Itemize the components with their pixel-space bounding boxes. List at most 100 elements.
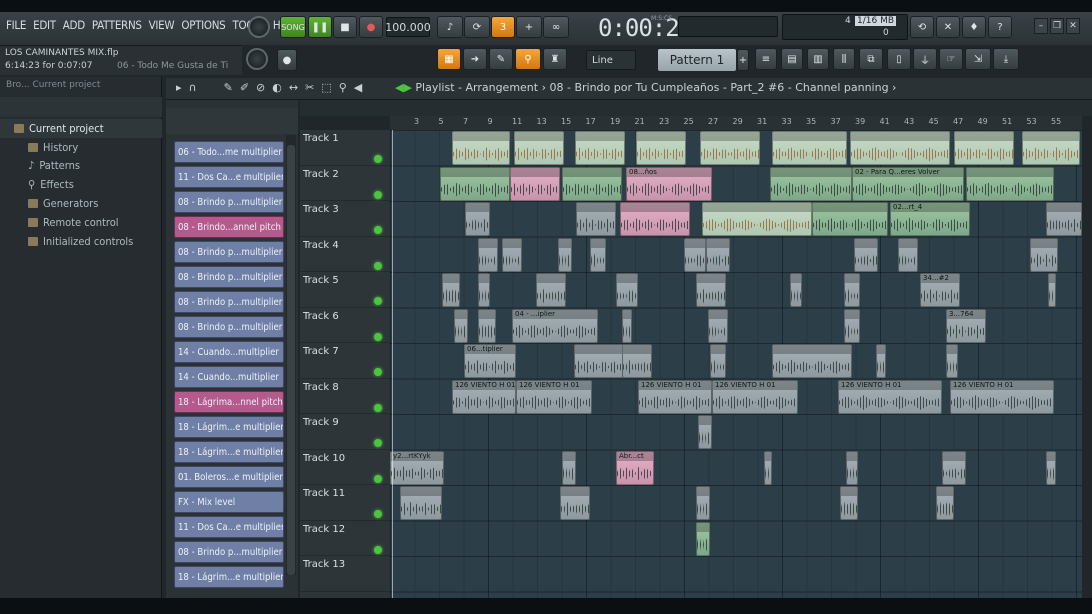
audio-clip[interactable] — [954, 131, 1014, 165]
audio-clip[interactable] — [844, 273, 860, 307]
track-active-led[interactable] — [374, 368, 382, 376]
audio-clip[interactable] — [478, 273, 490, 307]
menu-edit[interactable]: EDIT — [33, 18, 56, 32]
audio-clip[interactable] — [1022, 131, 1080, 165]
track-active-led[interactable] — [374, 297, 382, 305]
audio-clip[interactable] — [454, 308, 468, 343]
audio-clip[interactable] — [440, 166, 510, 201]
channel-item[interactable]: 06 - Todo...me multiplier — [174, 141, 284, 163]
select-icon[interactable]: ⬚ — [321, 81, 331, 94]
audio-clip[interactable] — [1048, 273, 1056, 307]
audio-clip[interactable]: 02...rt_4 — [890, 202, 970, 236]
track-header[interactable]: Track 1 — [300, 130, 390, 166]
zoom-icon[interactable]: ⚲ — [339, 81, 347, 94]
track-header[interactable]: Track 7 — [300, 343, 390, 379]
browser-path[interactable]: Bro... Current project — [0, 77, 162, 97]
track-header[interactable]: Track 3 — [300, 201, 390, 237]
playlist-snap-button[interactable]: ▦ — [437, 48, 461, 70]
track-active-led[interactable] — [374, 545, 382, 554]
audio-clip[interactable] — [1030, 237, 1058, 272]
audio-clip[interactable]: y2...rtKYyk — [390, 450, 444, 485]
audio-clip[interactable] — [684, 237, 706, 272]
track-active-led[interactable] — [374, 332, 382, 341]
audio-clip[interactable] — [936, 486, 954, 520]
track-active-led[interactable] — [374, 439, 382, 447]
online-button[interactable]: ⟲ — [910, 16, 934, 38]
tempo-display[interactable]: 100.000 — [385, 17, 431, 37]
audio-clip[interactable] — [844, 308, 860, 343]
audio-clip[interactable] — [812, 202, 888, 236]
track-header[interactable]: Track 13 — [300, 556, 390, 592]
project-button[interactable]: ▯ — [887, 48, 911, 70]
slice-icon[interactable]: ✂ — [305, 81, 314, 94]
audio-clip[interactable] — [622, 344, 652, 378]
audio-clip[interactable] — [946, 344, 958, 378]
channel-item[interactable]: 08 - Brindo...annel pitch — [174, 216, 284, 238]
audio-clip[interactable] — [1046, 202, 1082, 236]
speaker-icon[interactable]: ◀ — [354, 81, 362, 94]
track-active-led[interactable] — [374, 403, 382, 412]
audio-clip[interactable] — [514, 131, 564, 165]
audio-clip[interactable] — [560, 486, 590, 520]
audio-clip[interactable] — [876, 344, 886, 378]
audio-clip[interactable]: 126 VIENTO H 01 — [838, 379, 942, 414]
piano-roll-button[interactable]: ▤ — [781, 48, 803, 70]
channel-item[interactable]: 18 - Lágrima...nnel pitch — [174, 391, 284, 413]
maximize-icon[interactable]: ❐ — [1050, 18, 1064, 34]
track-header[interactable]: Track 10 — [300, 450, 390, 485]
channel-item[interactable]: FX - Mix level — [174, 491, 284, 513]
menu-patterns[interactable]: PATTERNS — [92, 18, 142, 32]
channel-item[interactable]: 14 - Cuando...multiplier — [174, 341, 284, 363]
touch-button[interactable]: ☞ — [939, 48, 963, 70]
audio-clip[interactable] — [636, 131, 686, 165]
channel-item[interactable]: 08 - Brindo p...multiplier — [174, 291, 284, 313]
audio-clip[interactable] — [510, 166, 560, 201]
menu-options[interactable]: OPTIONS — [181, 18, 225, 32]
playhead[interactable] — [392, 130, 393, 598]
loop-record-button[interactable]: ∞ — [543, 16, 569, 38]
channel-item[interactable]: 18 - Lágrim...e multiplier — [174, 441, 284, 463]
audio-clip[interactable] — [770, 166, 852, 201]
play-button[interactable]: ❚❚ — [308, 16, 332, 38]
render-button[interactable]: ⇲ — [965, 48, 991, 70]
audio-clip[interactable] — [898, 237, 918, 272]
audio-clip[interactable] — [942, 450, 966, 485]
channel-item[interactable]: 11 - Dos Ca...e multiplier — [174, 516, 284, 538]
audio-clip[interactable] — [698, 415, 712, 449]
audio-clip[interactable] — [1046, 450, 1056, 485]
track-header[interactable]: Track 12 — [300, 521, 390, 556]
metronome-button[interactable]: ♪ — [437, 16, 463, 38]
add-pattern-button[interactable]: + — [737, 49, 749, 71]
track-active-led[interactable] — [374, 226, 382, 234]
step-edit-button[interactable]: + — [516, 16, 542, 38]
channel-rack-button[interactable]: ▥ — [807, 48, 829, 70]
delete-icon[interactable]: ⊘ — [256, 81, 265, 94]
audio-clip[interactable] — [590, 237, 606, 272]
master-volume-knob[interactable] — [248, 16, 270, 38]
tree-initialized-controls[interactable]: Initialized controls — [0, 232, 162, 251]
slip-icon[interactable]: ↔ — [289, 81, 298, 94]
stamp-button[interactable]: ♜ — [543, 48, 567, 70]
audio-input-button[interactable]: ♦ — [962, 16, 986, 38]
audio-clip[interactable]: 126 VIENTO H 01 — [712, 379, 798, 414]
channel-item[interactable]: 08 - Brindo p...multiplier — [174, 541, 284, 563]
audio-clip[interactable] — [772, 131, 847, 165]
pattern-selector[interactable]: Pattern 1 — [658, 49, 736, 71]
audio-clip[interactable]: 126 VIENTO H 01 — [950, 379, 1054, 414]
playlist-grid[interactable]: 08...ños 02 - Para Q...eres Volver 02...rt… — [390, 130, 1082, 598]
audio-clip[interactable] — [536, 273, 566, 307]
audio-clip[interactable]: 04 - ...iplier — [512, 308, 598, 343]
channel-item[interactable]: 08 - Brindo p...multiplier — [174, 316, 284, 338]
tree-history[interactable]: History — [0, 138, 162, 157]
channel-scrollbar[interactable] — [286, 135, 296, 575]
audio-clip[interactable] — [700, 131, 760, 165]
audio-clip[interactable]: 3...764 — [946, 308, 986, 343]
channel-item[interactable]: 18 - Lágrim...e multiplier — [174, 566, 284, 588]
audio-clip[interactable]: 02 - Para Q...eres Volver — [852, 166, 964, 201]
download-button[interactable]: ⤓ — [993, 48, 1019, 70]
countdown-button[interactable]: 3 — [491, 16, 515, 38]
audio-clip[interactable] — [622, 308, 632, 343]
audio-clip[interactable] — [502, 237, 522, 272]
audio-clip[interactable] — [562, 166, 622, 201]
audio-clip[interactable] — [465, 202, 490, 236]
